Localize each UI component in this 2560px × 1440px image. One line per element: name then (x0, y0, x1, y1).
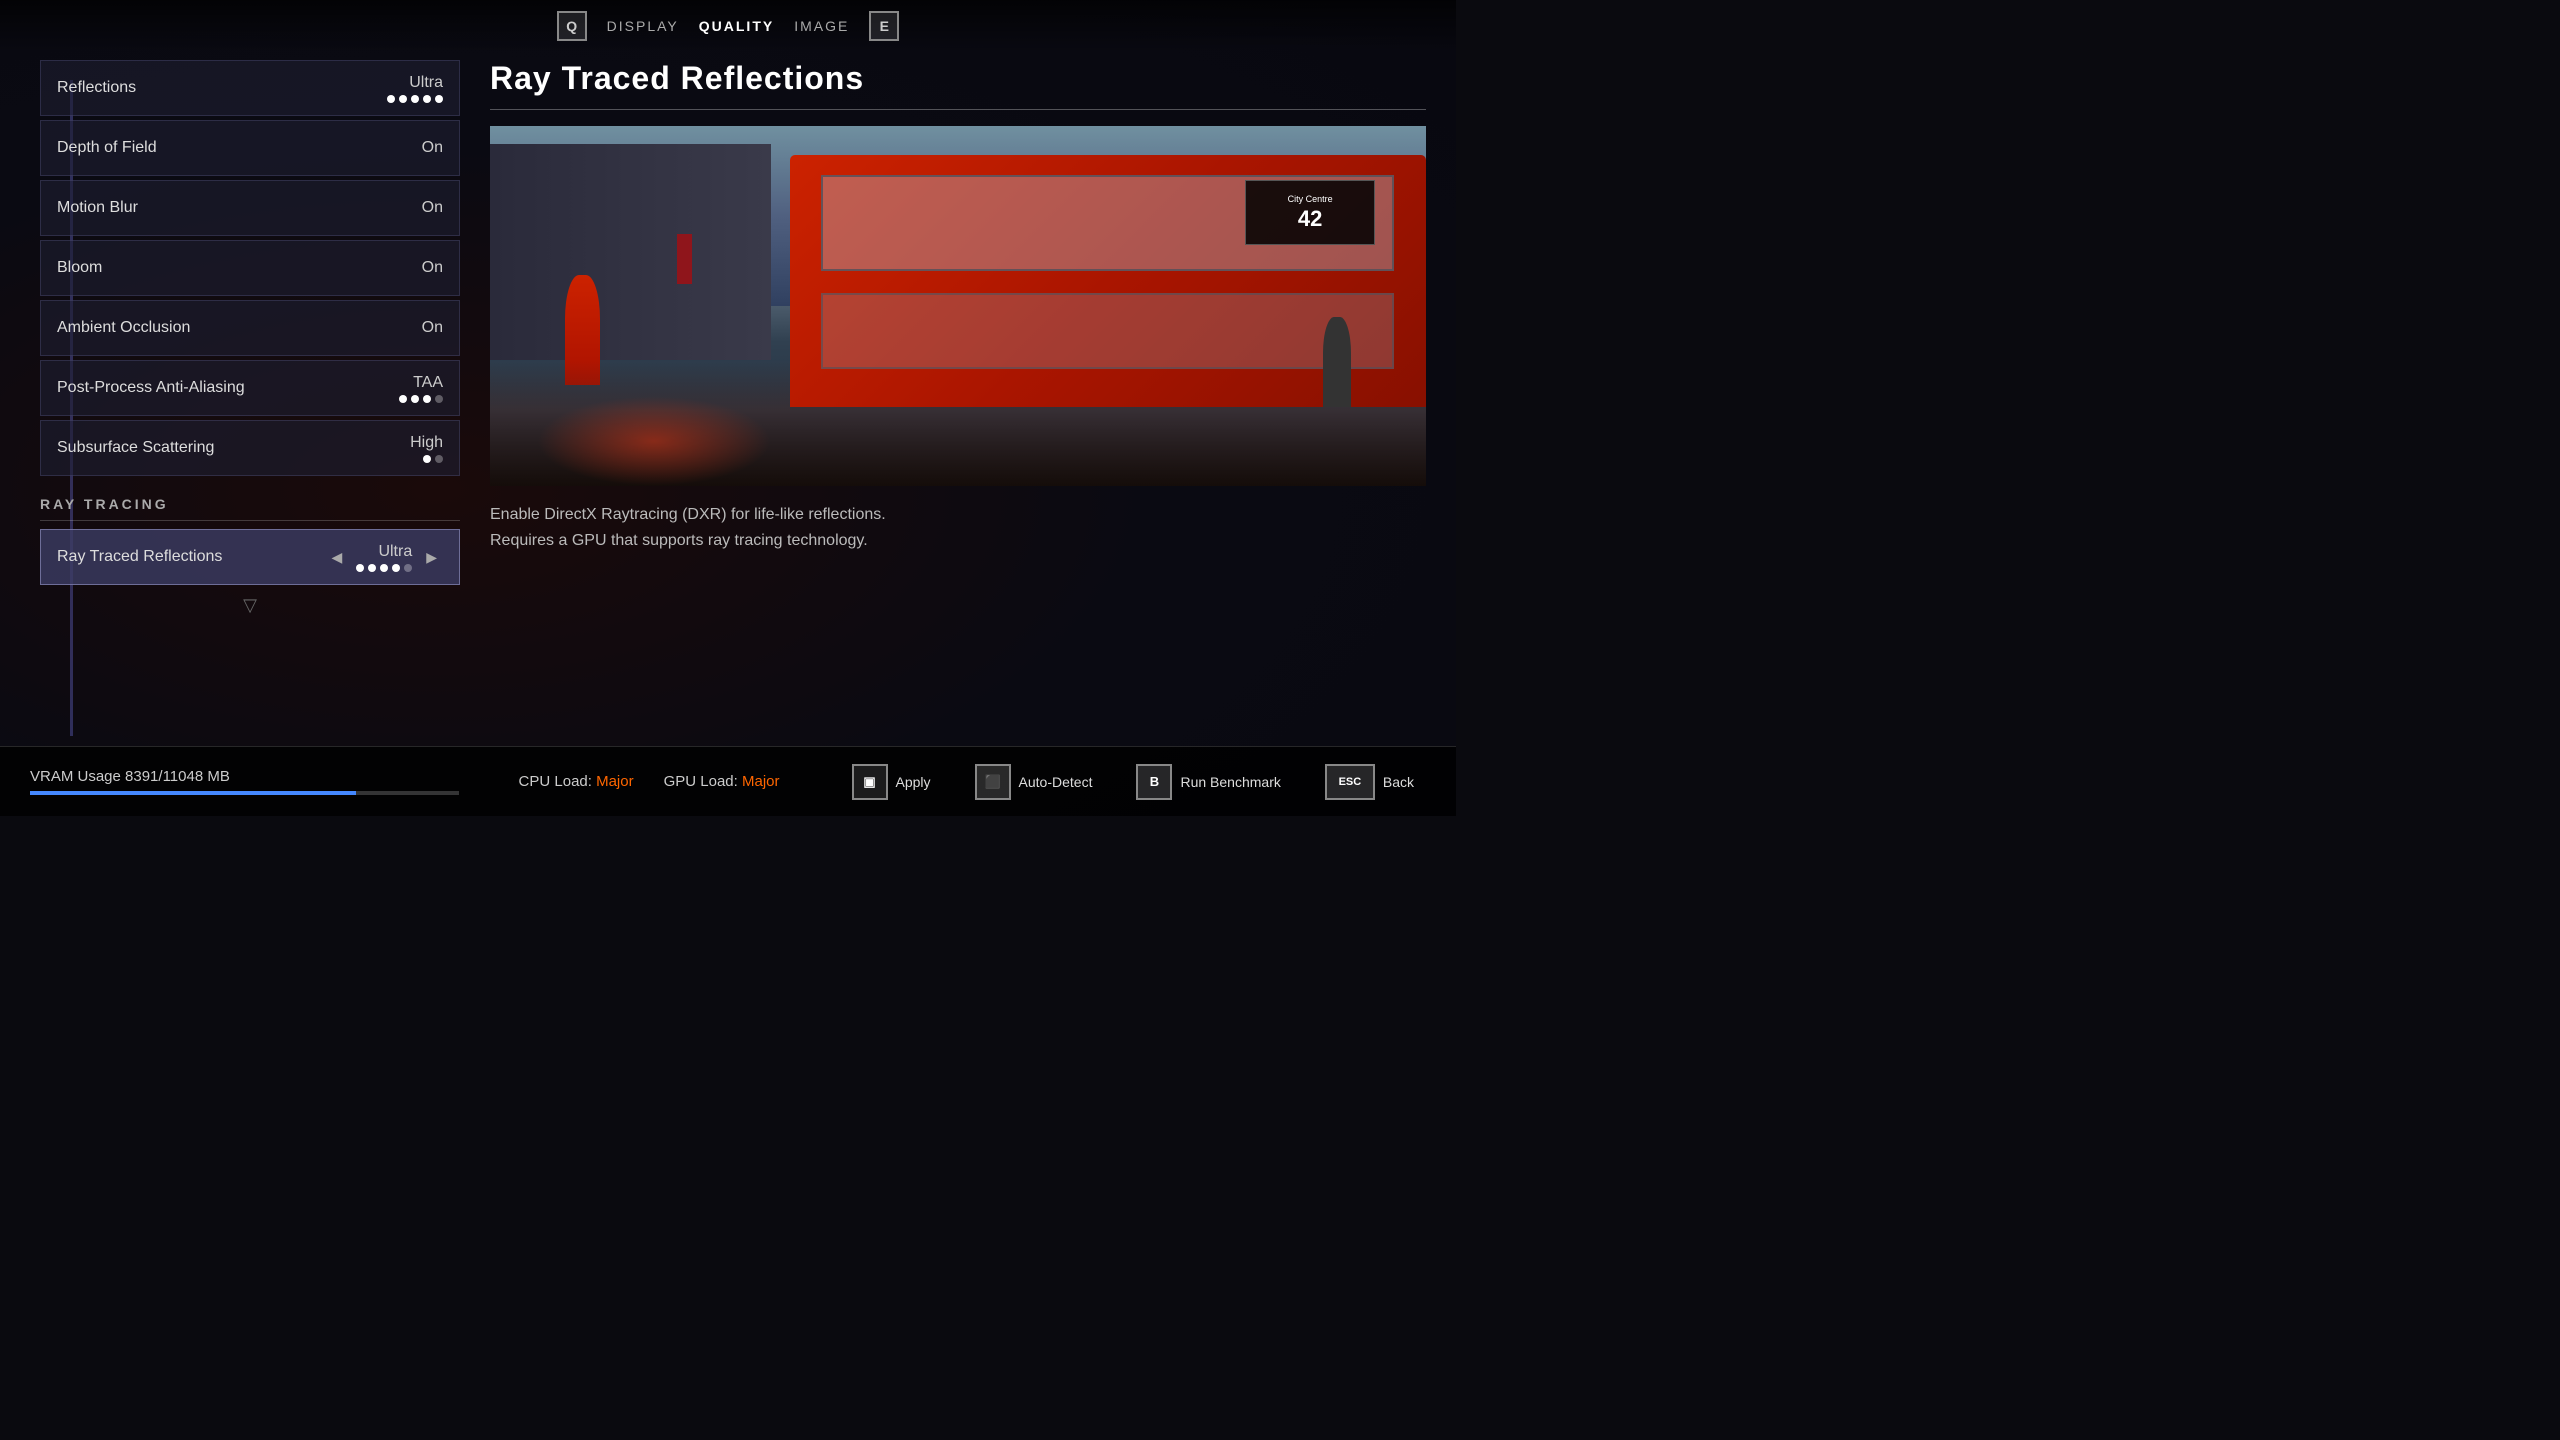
rtr-dot-2 (368, 564, 376, 572)
rtr-dot-3 (380, 564, 388, 572)
banner (677, 234, 692, 284)
gpu-load-value: Major (742, 773, 780, 790)
bus-destination: City Centre (1288, 193, 1333, 206)
figure-2 (1323, 317, 1351, 407)
depth-of-field-label: Depth of Field (57, 139, 157, 157)
cpu-load-label: CPU Load: (519, 773, 592, 790)
rtr-dot-5 (404, 564, 412, 572)
back-key-icon: ESC (1325, 764, 1375, 800)
ss-dot-2 (435, 455, 443, 463)
subsurface-dots (423, 455, 443, 463)
rtr-left-arrow[interactable]: ◀ (325, 547, 348, 568)
auto-detect-label: Auto-Detect (1019, 774, 1093, 790)
ss-dot-1 (423, 455, 431, 463)
ray-tracing-section-header: RAY TRACING (40, 480, 460, 521)
dot-1 (387, 95, 395, 103)
reflections-value: Ultra (409, 74, 443, 92)
scroll-down-indicator: ▽ (40, 585, 460, 626)
detail-description: Enable DirectX Raytracing (DXR) for life… (490, 502, 1426, 553)
auto-detect-button[interactable]: ⬛ Auto-Detect (963, 756, 1105, 808)
ray-traced-reflections-controls: ◀ Ultra ▶ (325, 543, 443, 572)
detail-panel: Ray Traced Reflections City Centre 42 (490, 60, 1426, 746)
ambient-occlusion-row[interactable]: Ambient Occlusion On (40, 300, 460, 356)
depth-of-field-row[interactable]: Depth of Field On (40, 120, 460, 176)
motion-blur-value: On (422, 199, 443, 217)
rtr-dots (356, 564, 412, 572)
image-tab[interactable]: IMAGE (794, 18, 849, 34)
benchmark-label: Run Benchmark (1180, 774, 1280, 790)
vram-section: VRAM Usage 8391/11048 MB (0, 768, 489, 795)
display-tab[interactable]: DISPLAY (607, 18, 679, 34)
vram-fill (30, 791, 356, 795)
post-process-aa-row[interactable]: Post-Process Anti-Aliasing TAA (40, 360, 460, 416)
bus-sign: City Centre 42 (1245, 180, 1375, 245)
q-key[interactable]: Q (557, 11, 587, 41)
aa-dot-3 (423, 395, 431, 403)
rtr-right-arrow[interactable]: ▶ (420, 547, 443, 568)
bloom-label: Bloom (57, 259, 102, 277)
ray-traced-reflections-row[interactable]: Ray Traced Reflections ◀ Ultra ▶ (40, 529, 460, 585)
dot-3 (411, 95, 419, 103)
aa-dot-4 (435, 395, 443, 403)
vram-bar (30, 791, 459, 795)
post-process-aa-value: TAA (413, 374, 443, 392)
detail-title: Ray Traced Reflections (490, 60, 1426, 97)
dot-5 (435, 95, 443, 103)
motion-blur-label: Motion Blur (57, 199, 138, 217)
apply-button[interactable]: ▣ Apply (840, 756, 943, 808)
action-buttons: ▣ Apply ⬛ Auto-Detect B Run Benchmark ES… (810, 756, 1456, 808)
back-button[interactable]: ESC Back (1313, 756, 1426, 808)
back-label: Back (1383, 774, 1414, 790)
settings-list: Reflections Ultra Depth of Field On Moti… (40, 60, 460, 585)
settings-panel: Reflections Ultra Depth of Field On Moti… (40, 60, 460, 746)
aa-dot-2 (411, 395, 419, 403)
detail-image: City Centre 42 (490, 126, 1426, 486)
rtr-value-container: Ultra (356, 543, 412, 572)
bloom-value: On (422, 259, 443, 277)
bus-number: 42 (1298, 206, 1322, 232)
rtr-value: Ultra (378, 543, 412, 561)
apply-key-icon: ▣ (852, 764, 888, 800)
reflections-dots (387, 95, 443, 103)
top-navigation: Q DISPLAY QUALITY IMAGE E (0, 0, 1456, 52)
e-key[interactable]: E (869, 11, 899, 41)
cpu-load-value: Major (596, 773, 634, 790)
building-left (490, 144, 771, 360)
post-process-aa-value-container: TAA (399, 374, 443, 403)
benchmark-key-icon: B (1136, 764, 1172, 800)
bus-lower-windows (821, 293, 1394, 369)
post-process-aa-dots (399, 395, 443, 403)
subsurface-scattering-label: Subsurface Scattering (57, 439, 214, 457)
run-benchmark-button[interactable]: B Run Benchmark (1124, 756, 1292, 808)
vram-text: VRAM Usage 8391/11048 MB (30, 768, 459, 785)
bottom-bar: VRAM Usage 8391/11048 MB CPU Load: Major… (0, 746, 1456, 816)
depth-of-field-value: On (422, 139, 443, 157)
ambient-occlusion-label: Ambient Occlusion (57, 319, 190, 337)
detail-divider (490, 109, 1426, 110)
load-section: CPU Load: Major GPU Load: Major (489, 773, 810, 790)
auto-detect-key-icon: ⬛ (975, 764, 1011, 800)
motion-blur-row[interactable]: Motion Blur On (40, 180, 460, 236)
red-reflection (537, 396, 771, 486)
cpu-load: CPU Load: Major (519, 773, 634, 790)
rtr-dot-1 (356, 564, 364, 572)
subsurface-scattering-row[interactable]: Subsurface Scattering High (40, 420, 460, 476)
post-process-aa-label: Post-Process Anti-Aliasing (57, 379, 245, 397)
reflections-row[interactable]: Reflections Ultra (40, 60, 460, 116)
rtr-dot-4 (392, 564, 400, 572)
ray-traced-reflections-label: Ray Traced Reflections (57, 548, 222, 566)
reflections-label: Reflections (57, 79, 136, 97)
quality-tab[interactable]: QUALITY (699, 18, 774, 34)
subsurface-scattering-value: High (410, 434, 443, 452)
gpu-load-label: GPU Load: (664, 773, 738, 790)
subsurface-scattering-value-container: High (410, 434, 443, 463)
dot-4 (423, 95, 431, 103)
aa-dot-1 (399, 395, 407, 403)
ambient-occlusion-value: On (422, 319, 443, 337)
apply-label: Apply (896, 774, 931, 790)
gpu-load: GPU Load: Major (664, 773, 780, 790)
reflections-value-container: Ultra (387, 74, 443, 103)
bloom-row[interactable]: Bloom On (40, 240, 460, 296)
dot-2 (399, 95, 407, 103)
